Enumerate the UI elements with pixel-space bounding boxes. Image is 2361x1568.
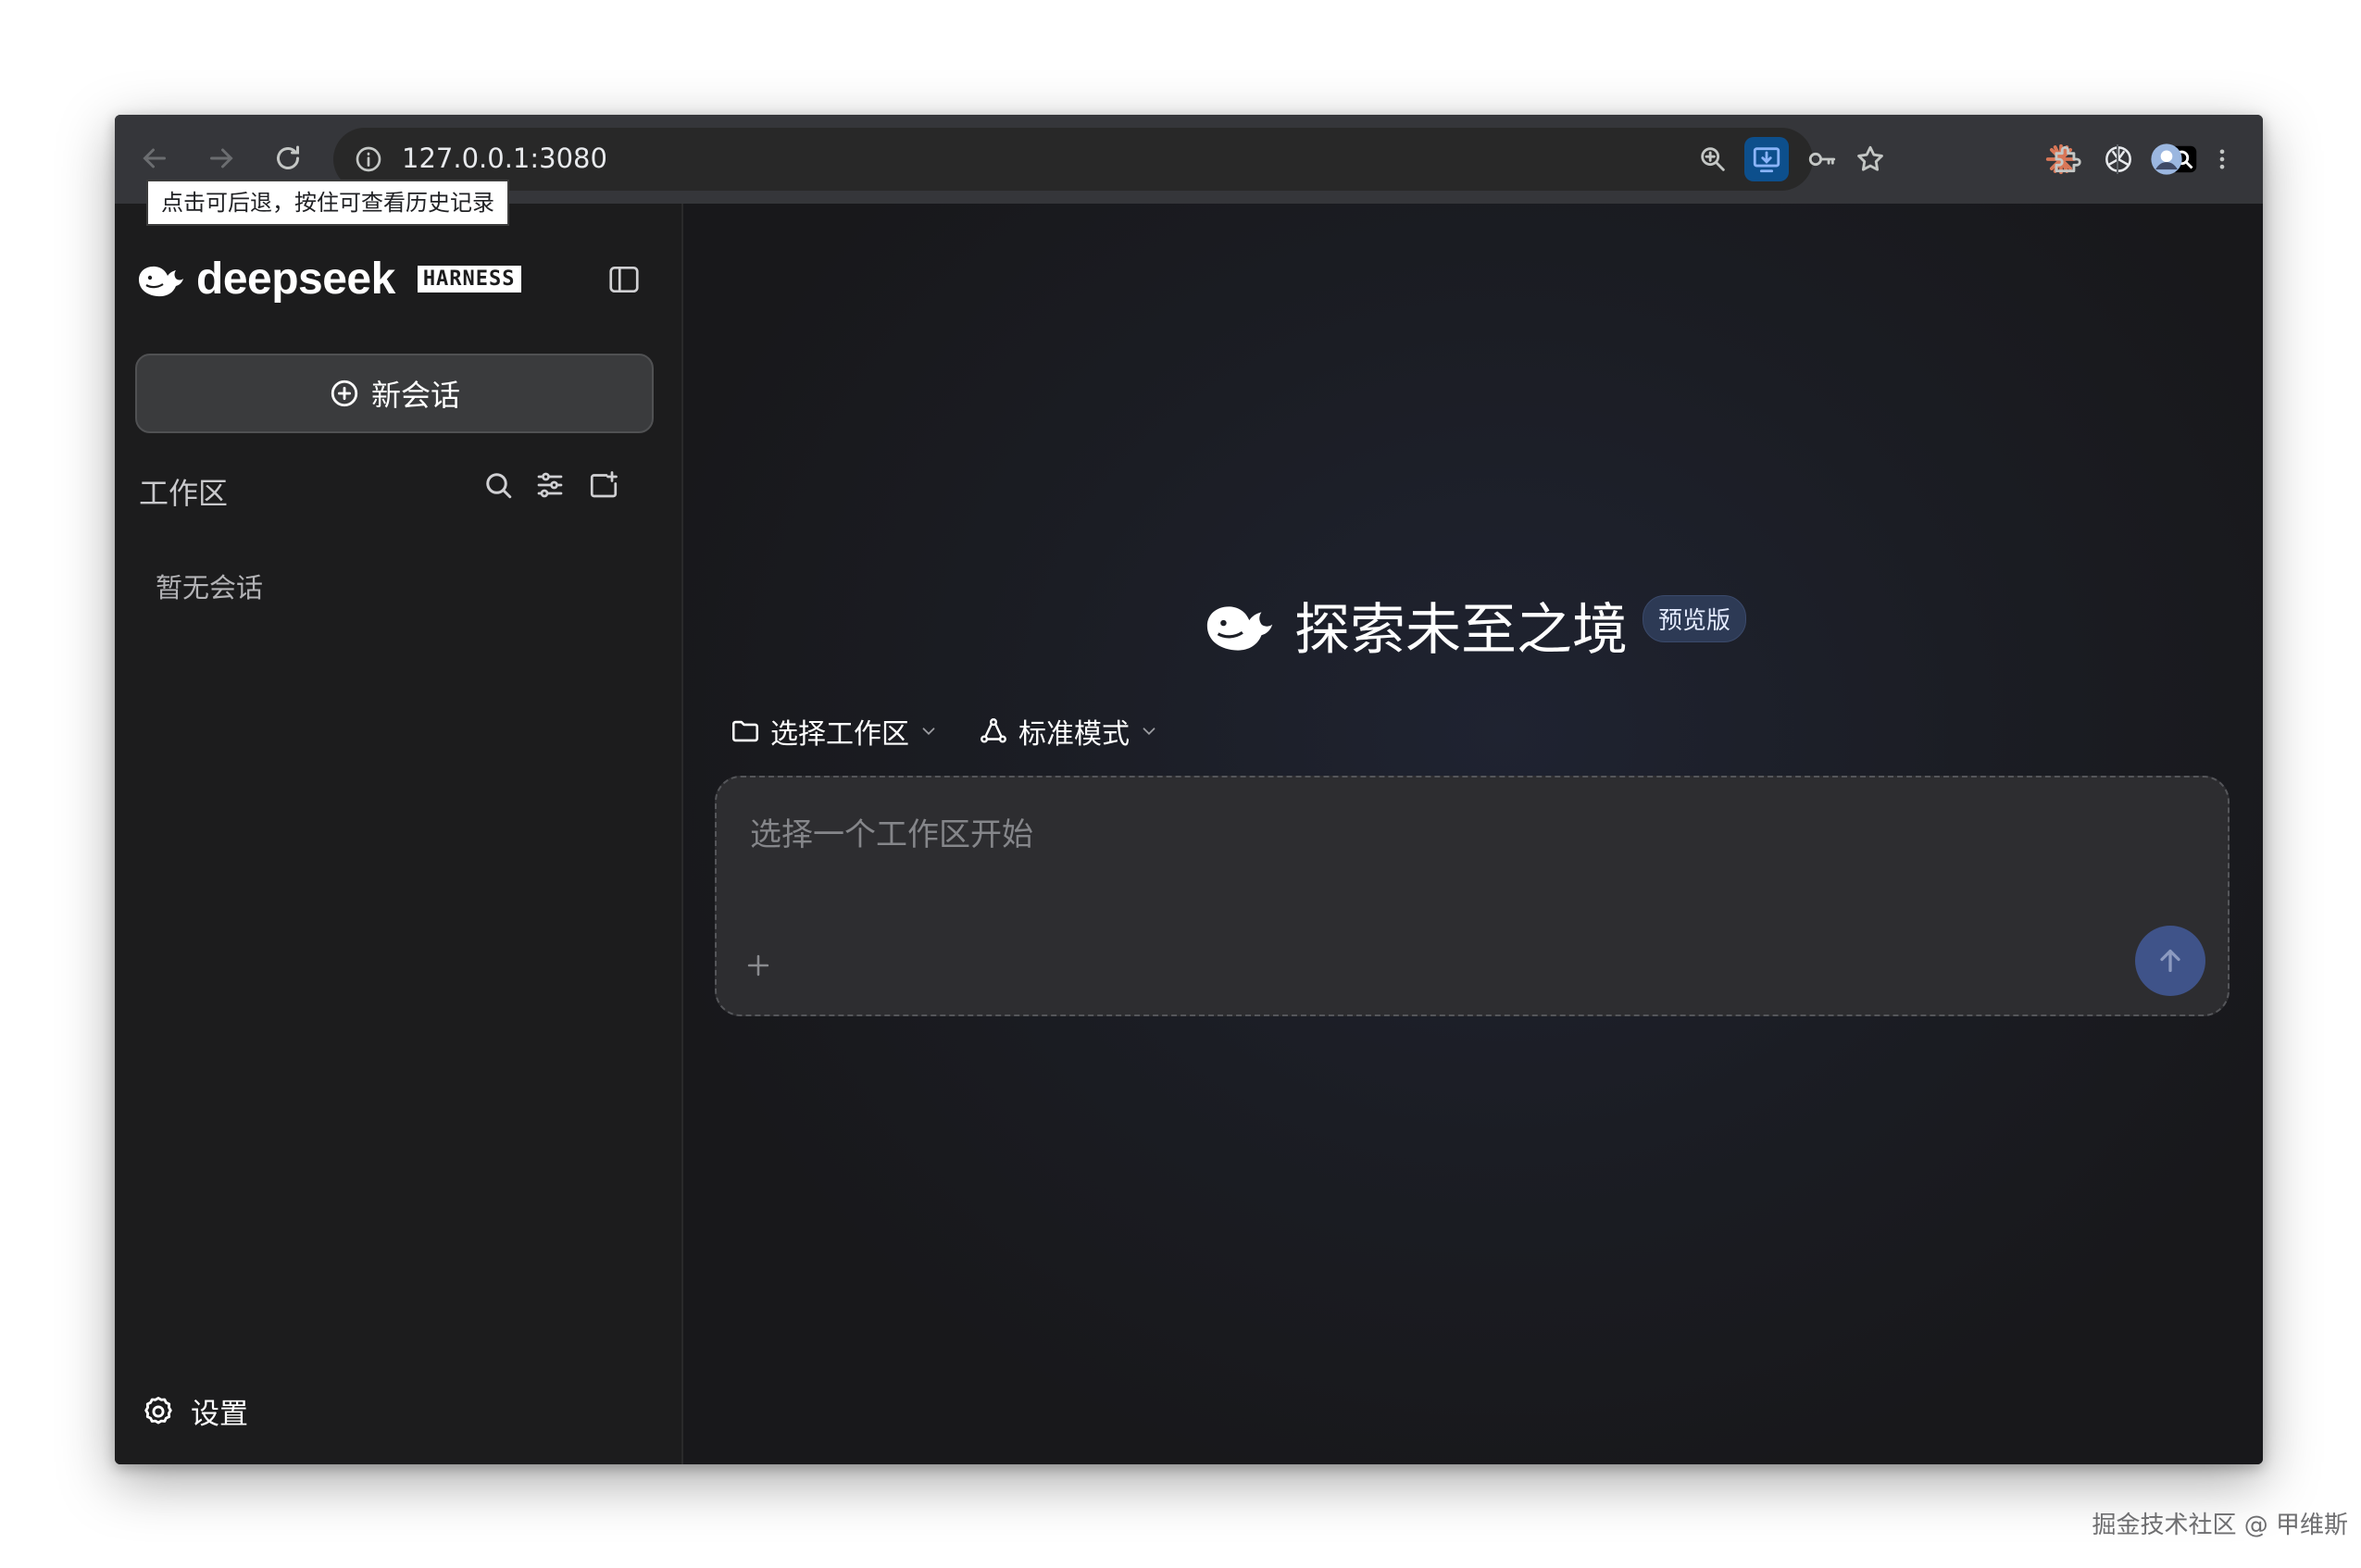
mode-selector-label: 标准模式: [1018, 718, 1130, 751]
plus-circle-icon: [331, 380, 358, 407]
reload-icon: [277, 145, 299, 169]
sidebar-toggle-icon: [609, 266, 639, 293]
watermark: 掘金技术社区 @ 甲维斯: [2092, 1512, 2348, 1539]
new-chat-button[interactable]: 新会话: [135, 354, 654, 433]
browser-window: 127.0.0.1:3080 点击可后退，按住可查看历史记录 deepseek …: [115, 115, 2263, 1464]
brand-name: deepseek: [196, 255, 395, 304]
zoom-button[interactable]: [1691, 137, 1735, 181]
reload-button[interactable]: [263, 133, 313, 183]
workspace-selector-label: 选择工作区: [770, 718, 909, 751]
add-workspace-button[interactable]: [581, 463, 626, 507]
filter-workspace-button[interactable]: [528, 463, 572, 507]
key-icon: [1808, 152, 1836, 167]
arrow-right-icon: [210, 148, 233, 168]
chevron-down-icon: [922, 728, 935, 736]
url-text[interactable]: 127.0.0.1:3080: [402, 143, 607, 174]
back-tooltip: 点击可后退，按住可查看历史记录: [146, 180, 509, 226]
deepseek-logo[interactable]: deepseek HARNESS: [135, 254, 521, 305]
folder-icon: [731, 720, 759, 742]
arrow-left-icon: [143, 148, 166, 168]
mode-icon: [981, 718, 1006, 743]
claude-extension[interactable]: [2037, 135, 2085, 183]
attach-button[interactable]: [731, 939, 785, 992]
collapse-sidebar-button[interactable]: [604, 259, 644, 300]
settings-label: 设置: [191, 1398, 248, 1431]
sidebar: deepseek HARNESS 新会话 工作区 暂无会话 设置: [115, 204, 683, 1464]
search-icon: [486, 473, 512, 499]
mode-selector[interactable]: 标准模式: [978, 711, 1159, 752]
back-button[interactable]: [130, 133, 180, 183]
input-placeholder: 选择一个工作区开始: [750, 816, 1033, 853]
zoom-icon: [1701, 147, 1725, 171]
whale-icon: [1206, 605, 1273, 651]
empty-sessions-text: 暂无会话: [156, 572, 264, 604]
settings-button[interactable]: 设置: [141, 1390, 248, 1432]
openai-extension[interactable]: [2094, 135, 2142, 183]
claude-sparkle-icon: [2045, 143, 2077, 175]
message-input[interactable]: 选择一个工作区开始: [715, 776, 2230, 1016]
openai-icon: [2105, 146, 2131, 172]
workspace-title: 工作区: [139, 476, 229, 511]
workspace-selector[interactable]: 选择工作区: [730, 711, 939, 752]
preview-badge: 预览版: [1643, 595, 1747, 642]
send-button[interactable]: [2135, 926, 2205, 996]
forward-button[interactable]: [196, 133, 246, 183]
password-button[interactable]: [1800, 137, 1844, 181]
plus-icon: [747, 954, 769, 977]
bookmark-button[interactable]: [1848, 137, 1893, 181]
new-chat-label: 新会话: [370, 378, 460, 413]
search-extension[interactable]: [2159, 135, 2207, 183]
brand-tag: HARNESS: [417, 266, 521, 292]
install-app-icon: [1753, 147, 1780, 173]
search-extension-icon: [2169, 145, 2197, 173]
gear-icon: [144, 1396, 172, 1424]
chevron-down-icon: [1143, 728, 1156, 736]
install-app-button[interactable]: [1744, 137, 1789, 181]
whale-icon: [139, 266, 183, 296]
address-bar[interactable]: 127.0.0.1:3080: [333, 128, 1883, 191]
arrow-up-icon: [2160, 949, 2180, 973]
search-workspace-button[interactable]: [476, 463, 520, 507]
folder-plus-icon: [590, 471, 618, 498]
info-icon: [356, 146, 381, 172]
hero-title: 探索未至之境: [1294, 598, 1628, 663]
sliders-icon: [537, 472, 563, 498]
star-icon: [1857, 145, 1883, 171]
site-info-button[interactable]: [350, 141, 387, 178]
hero: 探索未至之境 预览版: [1202, 585, 1747, 666]
main-panel: 探索未至之境 预览版 选择工作区 标准模式 选择一个工作区开始: [683, 204, 2263, 1464]
